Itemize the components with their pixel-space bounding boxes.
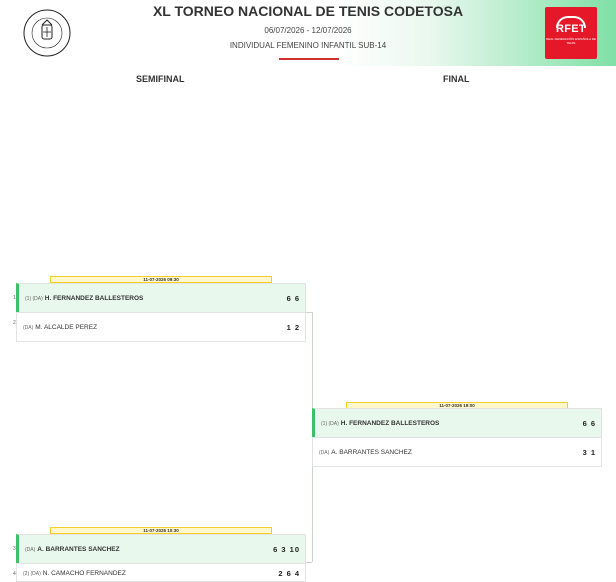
player-name: (DA) A. BARRANTES SANCHEZ [25, 546, 120, 553]
match-row-loser[interactable]: (DA) A. BARRANTES SANCHEZ 3 1 [312, 437, 602, 467]
rfet-logo: RFET REAL FEDERACIÓN ESPAÑOLA DE TENIS [545, 7, 597, 59]
round-label-final: FINAL [443, 74, 470, 84]
player-seed: (1) (DA) [321, 421, 339, 427]
tournament-dates: 06/07/2026 - 12/07/2026 [264, 26, 352, 35]
player-name: (1) (DA) H. FERNANDEZ BALLESTEROS [321, 420, 439, 427]
player-seed: (2) (DA) [23, 571, 41, 577]
player-seed: (1) (DA) [25, 296, 43, 302]
player-name: (1) (DA) H. FERNANDEZ BALLESTEROS [25, 295, 143, 302]
tournament-category: INDIVIDUAL FEMENINO INFANTIL SUB-14 [229, 41, 387, 50]
player-score: 3 1 [582, 448, 596, 457]
player-seed: (DA) [25, 547, 36, 553]
player-name-text: H. FERNANDEZ BALLESTEROS [44, 295, 144, 302]
player-score: 6 6 [286, 294, 300, 303]
title-underline [279, 58, 339, 60]
bracket-connector [306, 562, 312, 563]
player-name-text: A. BARRANTES SANCHEZ [331, 449, 412, 456]
page-title: XL TORNEO NACIONAL DE TENIS CODETOSA [152, 3, 464, 19]
page-header: XL TORNEO NACIONAL DE TENIS CODETOSA 06/… [0, 0, 616, 66]
match-row-winner[interactable]: (1) (DA) H. FERNANDEZ BALLESTEROS 6 6 [312, 408, 602, 438]
player-score: 1 2 [286, 323, 300, 332]
player-name-text: H. FERNANDEZ BALLESTEROS [340, 420, 440, 427]
match-row-loser[interactable]: (2) (DA) N. CAMACHO FERNANDEZ 2 6 4 [16, 563, 306, 582]
match-row-loser[interactable]: (DA) M. ALCALDE PEREZ 1 2 [16, 312, 306, 342]
player-seed: (DA) [23, 325, 34, 331]
player-seed: (DA) [319, 450, 330, 456]
match-row-winner[interactable]: (DA) A. BARRANTES SANCHEZ 6 3 10 [16, 534, 306, 564]
match-row-winner[interactable]: (1) (DA) H. FERNANDEZ BALLESTEROS 6 6 [16, 283, 306, 313]
player-score: 6 6 [582, 419, 596, 428]
player-name: (DA) A. BARRANTES SANCHEZ [319, 449, 412, 456]
player-name-text: M. ALCALDE PEREZ [35, 324, 98, 331]
match-time-tag: 11-07-2026 09:30 [50, 276, 272, 283]
round-label-semifinal: SEMIFINAL [136, 74, 185, 84]
player-name-text: A. BARRANTES SANCHEZ [37, 546, 120, 553]
player-score: 6 3 10 [273, 545, 300, 554]
rfet-logo-text: RFET [556, 23, 586, 35]
player-name: (DA) M. ALCALDE PEREZ [23, 324, 97, 331]
player-score: 2 6 4 [278, 569, 300, 578]
match-time-tag: 11-07-2026 10:30 [50, 527, 272, 534]
player-name: (2) (DA) N. CAMACHO FERNANDEZ [23, 570, 126, 577]
player-name-text: N. CAMACHO FERNANDEZ [42, 570, 126, 577]
rfet-logo-subtext: REAL FEDERACIÓN ESPAÑOLA DE TENIS [546, 37, 596, 45]
